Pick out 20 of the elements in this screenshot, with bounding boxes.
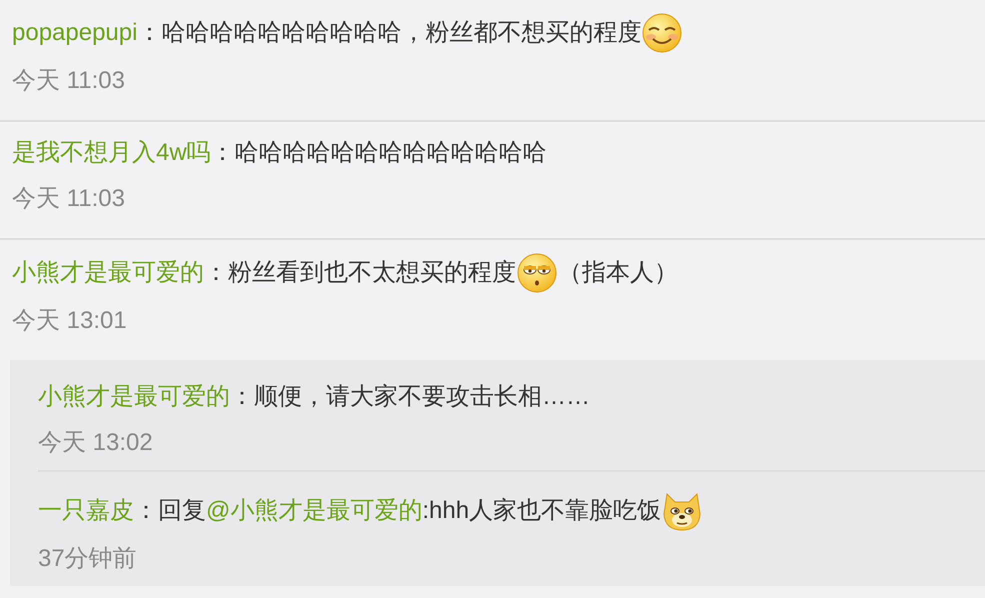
username-link[interactable]: 是我不想月入4w吗	[12, 134, 211, 172]
emoji-icon	[641, 12, 684, 54]
comment-text: ：哈哈哈哈哈哈哈哈哈哈，粉丝都不想买的程度	[137, 18, 642, 48]
timestamp: 37分钟前	[38, 544, 138, 574]
comment-text: （指本人）	[558, 258, 678, 288]
comment-text: ：粉丝看到也不太想买的程度	[204, 258, 516, 288]
username-link[interactable]: popapepupi	[12, 14, 138, 52]
emoji-icon	[516, 252, 558, 294]
username-link[interactable]: 小熊才是最可爱的	[12, 254, 204, 292]
dog-face-icon	[661, 490, 704, 532]
mention-link[interactable]: @小熊才是最可爱的	[206, 497, 422, 524]
username-link[interactable]: 一只嘉皮	[38, 492, 134, 530]
comment-text: ：哈哈哈哈哈哈哈哈哈哈哈哈哈	[210, 138, 547, 168]
timestamp: 今天 11:03	[12, 184, 126, 214]
comment-text: ：顺便，请大家不要攻击长相……	[230, 382, 590, 412]
comment-text: ：回复@小熊才是最可爱的:hhh人家也不靠脸吃饭	[134, 496, 662, 526]
username-link[interactable]: 小熊才是最可爱的	[38, 378, 230, 416]
timestamp: 今天 11:03	[12, 66, 126, 96]
timestamp: 今天 13:01	[12, 306, 128, 336]
timestamp: 今天 13:02	[38, 428, 154, 458]
